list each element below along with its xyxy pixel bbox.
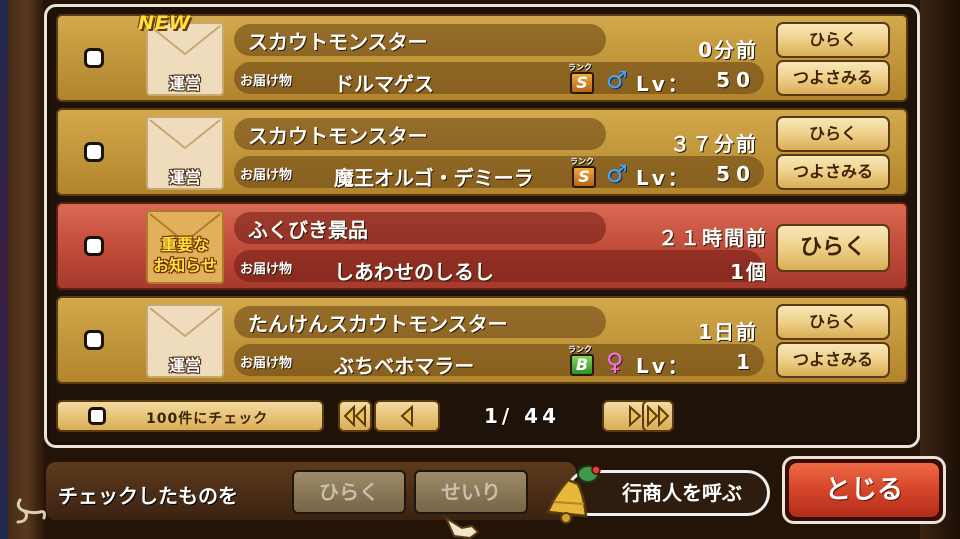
page-indicator: 1/ 44: [484, 404, 561, 428]
level-value: 50: [716, 68, 756, 92]
checked-items-label: チェックしたものを: [58, 484, 238, 508]
first-page-button[interactable]: [338, 400, 372, 432]
previous-page-button[interactable]: [374, 400, 440, 432]
level-value: 1: [736, 350, 756, 374]
mail-time: ２１時間前: [658, 226, 768, 250]
gift-label: お届け物: [240, 168, 293, 183]
envelope-label: 運営: [168, 356, 201, 375]
view-strength-button[interactable]: つよさみる: [776, 342, 890, 378]
call-merchant-button[interactable]: 行商人を呼ぶ: [540, 462, 776, 524]
mail-row: 運営 たんけんスカウトモンスター 1日前 お届け物 ぶちベホマラー ランク B …: [56, 296, 908, 384]
envelope-flap-icon: [149, 307, 221, 338]
right-arrow-icon: [629, 405, 642, 427]
close-button-label: とじる: [789, 463, 939, 517]
check-all-checkbox[interactable]: [88, 407, 106, 425]
mail-title: スカウトモンスター: [248, 124, 428, 148]
item-name: しあわせのしるし: [334, 260, 494, 284]
row-checkbox[interactable]: [84, 236, 104, 256]
gift-label: お届け物: [240, 356, 293, 371]
check-100-label: 100件にチェック: [146, 411, 269, 427]
open-button[interactable]: ひらく: [776, 304, 890, 340]
row-checkbox[interactable]: [84, 142, 104, 162]
new-badge: NEW: [138, 12, 191, 34]
view-strength-button[interactable]: つよさみる: [776, 60, 890, 96]
mail-title: たんけんスカウトモンスター: [248, 312, 508, 336]
item-bar: [234, 250, 762, 282]
last-page-button[interactable]: [642, 400, 674, 432]
level-label: Lv：: [636, 166, 691, 190]
mail-time: ３７分前: [670, 132, 758, 156]
level-value: 50: [716, 162, 756, 186]
left-arrow-icon: [400, 405, 413, 427]
male-icon: ♂: [606, 160, 628, 188]
gift-label: お届け物: [240, 74, 293, 89]
row-checkbox[interactable]: [84, 330, 104, 350]
mail-row: 運営 NEW スカウトモンスター 0分前 お届け物 ドルマゲス ランク S ♂ …: [56, 12, 908, 102]
envelope-label: 運営: [168, 168, 201, 187]
rank-letter: B: [570, 354, 594, 376]
important-notice-line-1: 重要な: [160, 235, 209, 254]
open-button[interactable]: ひらく: [776, 22, 890, 58]
rank-letter: S: [570, 72, 594, 94]
scroll-ornament-icon: [16, 498, 46, 524]
pagination-bar: 100件にチェック 1/ 44: [56, 398, 908, 434]
rank-s-icon: ランク S: [570, 156, 600, 190]
envelope-label: 運営: [168, 74, 201, 93]
check-100-button[interactable]: 100件にチェック: [56, 400, 324, 432]
envelope-flap-icon: [149, 119, 221, 150]
level-label: Lv：: [636, 72, 691, 96]
mail-title: ふくびき景品: [248, 218, 368, 242]
important-notice-envelope-icon: 重要な お知らせ: [146, 210, 224, 284]
envelope-icon: 運営: [146, 116, 224, 190]
level-label: Lv：: [636, 354, 691, 378]
female-icon: ♀: [606, 348, 624, 376]
envelope-icon: 運営: [146, 304, 224, 378]
gift-label: お届け物: [240, 262, 293, 277]
bell-icon: [546, 465, 601, 524]
double-right-arrow-icon: [647, 405, 670, 427]
pointer-hand-icon: [443, 515, 480, 539]
open-button[interactable]: ひらく: [776, 224, 890, 272]
row-checkbox[interactable]: [84, 48, 104, 68]
mail-title: スカウトモンスター: [248, 30, 428, 54]
open-button[interactable]: ひらく: [776, 116, 890, 152]
rank-s-icon: ランク S: [568, 62, 598, 96]
rank-b-icon: ランク B: [568, 344, 598, 378]
mail-row-important: 重要な お知らせ ふくびき景品 ２１時間前 お届け物 しあわせのしるし 1個 ひ…: [56, 202, 908, 290]
mail-row: 運営 スカウトモンスター ３７分前 お届け物 魔王オルゴ・デミーラ ランク S …: [56, 108, 908, 196]
important-notice-line-2: お知らせ: [153, 256, 217, 275]
rank-letter: S: [572, 166, 596, 188]
left-background-stripe: [0, 0, 8, 539]
item-name: ぶちベホマラー: [334, 354, 475, 378]
bulk-action-bar: チェックしたものを ひらく せいり: [44, 460, 578, 522]
open-checked-button[interactable]: ひらく: [292, 470, 406, 514]
left-background-edge: [0, 0, 44, 539]
close-button[interactable]: とじる: [782, 456, 946, 524]
male-icon: ♂: [606, 66, 628, 94]
organize-checked-button[interactable]: せいり: [414, 470, 528, 514]
view-strength-button[interactable]: つよさみる: [776, 154, 890, 190]
item-quantity: 1個: [730, 260, 768, 284]
item-name: ドルマゲス: [334, 72, 434, 96]
double-left-arrow-icon: [343, 405, 366, 427]
important-notice-label: 重要な お知らせ: [148, 234, 222, 276]
mail-time: 0分前: [698, 38, 758, 62]
mail-time: 1日前: [698, 320, 758, 344]
item-name: 魔王オルゴ・デミーラ: [334, 166, 534, 190]
